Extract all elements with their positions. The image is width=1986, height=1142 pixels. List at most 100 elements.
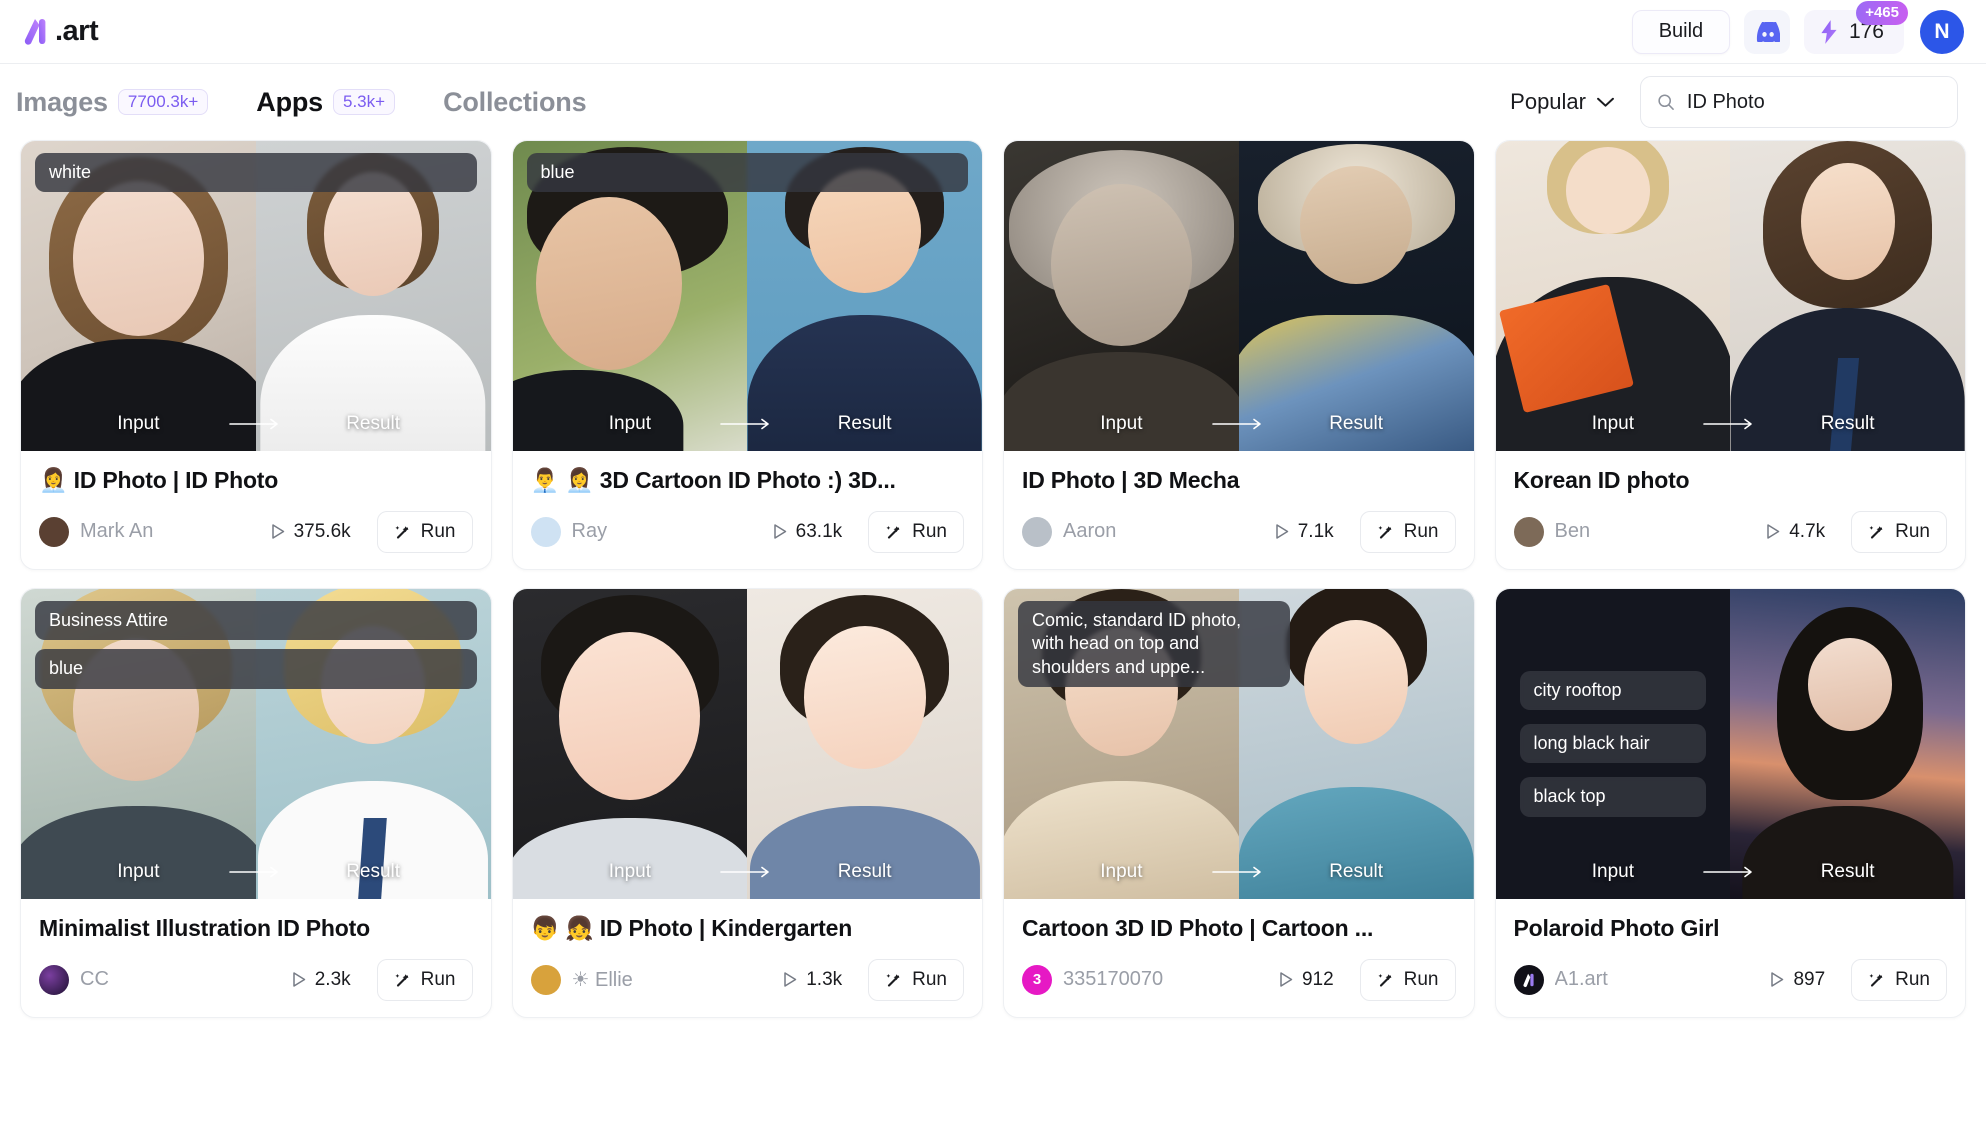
card-thumbnail[interactable]: Input Result city rooftop long black hai… bbox=[1495, 588, 1965, 899]
author-name: Mark An bbox=[80, 520, 154, 543]
card-meta-row: Ray 63.1k Run bbox=[530, 510, 964, 553]
run-button[interactable]: Run bbox=[1359, 958, 1456, 1001]
run-count: 4.7k bbox=[1765, 521, 1825, 543]
thumbnail-tag: blue bbox=[35, 649, 477, 689]
card-meta-row: 3 335170070 912 Run bbox=[1022, 958, 1456, 1001]
run-count-value: 63.1k bbox=[795, 520, 843, 542]
author-name: 335170070 bbox=[1063, 968, 1164, 990]
card-thumbnail[interactable]: Input Result blue bbox=[512, 141, 982, 451]
author-avatar[interactable] bbox=[1513, 516, 1544, 547]
magic-wand-icon bbox=[395, 973, 409, 987]
play-icon bbox=[773, 524, 786, 539]
search-box[interactable] bbox=[1640, 76, 1958, 128]
logo-text: .art bbox=[55, 15, 99, 47]
run-count: 912 bbox=[1278, 969, 1334, 991]
magic-wand-icon bbox=[1869, 973, 1883, 987]
author-name: CC bbox=[80, 968, 109, 990]
run-button[interactable]: Run bbox=[376, 510, 473, 553]
card-title: 👩‍💼 ID Photo | ID Photo bbox=[39, 467, 279, 493]
card-meta-row: CC 2.3k Run bbox=[39, 958, 473, 1001]
card-thumbnail[interactable]: Input Result bbox=[1495, 141, 1965, 451]
run-button[interactable]: Run bbox=[1851, 510, 1947, 553]
app-card[interactable]: Input Result white 👩‍💼 ID Photo | ID Pho… bbox=[20, 140, 492, 570]
tab-images[interactable]: Images 7700.3k+ bbox=[16, 87, 209, 118]
card-title: Minimalist Illustration ID Photo bbox=[39, 914, 370, 941]
credits-bonus-badge: +465 bbox=[1856, 0, 1908, 25]
thumbnail-result-image: Result bbox=[1730, 588, 1965, 899]
app-card[interactable]: Input Result Business Attire blue Minima… bbox=[20, 587, 492, 1018]
run-button-label: Run bbox=[1403, 968, 1439, 990]
run-count: 897 bbox=[1769, 969, 1825, 991]
author-avatar[interactable] bbox=[1022, 516, 1052, 547]
discord-button[interactable] bbox=[1743, 9, 1790, 54]
author-name: Aaron bbox=[1063, 520, 1117, 543]
run-button[interactable]: Run bbox=[868, 510, 964, 553]
play-icon bbox=[1771, 972, 1784, 987]
tab-apps[interactable]: Apps 5.3k+ bbox=[256, 86, 396, 118]
run-button-label: Run bbox=[1403, 520, 1439, 542]
app-card[interactable]: Input Result Comic, standard ID photo, w… bbox=[1003, 587, 1475, 1018]
author-avatar[interactable] bbox=[39, 516, 69, 547]
top-header-bar: .art Build 176 +465 N bbox=[0, 0, 1986, 64]
run-count: 2.3k bbox=[291, 969, 351, 991]
run-button[interactable]: Run bbox=[1851, 958, 1947, 1001]
thumbnail-tag-list: Business Attire blue bbox=[35, 600, 477, 689]
card-meta: Minimalist Illustration ID Photo CC 2.3k bbox=[21, 899, 491, 1017]
card-meta: Cartoon 3D ID Photo | Cartoon ... 3 3351… bbox=[1004, 899, 1474, 1017]
card-title: 👦 👧 ID Photo | Kindergarten bbox=[530, 914, 853, 941]
tab-collections-label: Collections bbox=[443, 86, 587, 117]
run-button-label: Run bbox=[912, 968, 947, 990]
author-avatar[interactable] bbox=[1513, 964, 1544, 995]
run-button-label: Run bbox=[1895, 968, 1930, 990]
tab-collections[interactable]: Collections bbox=[443, 86, 587, 118]
play-icon bbox=[1275, 524, 1288, 539]
search-icon bbox=[1658, 94, 1674, 110]
run-button-label: Run bbox=[912, 520, 947, 542]
author-avatar[interactable] bbox=[530, 516, 561, 547]
author-avatar[interactable]: 3 bbox=[1022, 964, 1052, 995]
card-thumbnail[interactable]: Input Result bbox=[512, 588, 982, 899]
card-meta-row: A1.art 897 Run bbox=[1513, 958, 1947, 1001]
author-avatar[interactable] bbox=[39, 964, 69, 995]
sort-dropdown[interactable]: Popular bbox=[1510, 89, 1614, 115]
thumbnail-tag-list: city rooftop long black hair black top bbox=[1496, 589, 1731, 899]
card-thumbnail[interactable]: Input Result Business Attire blue bbox=[21, 588, 491, 899]
run-button[interactable]: Run bbox=[376, 958, 473, 1001]
card-meta: 👨‍💼 👩‍💼 3D Cartoon ID Photo :) 3D... Ray… bbox=[513, 451, 983, 569]
app-card[interactable]: Input Result city rooftop long black hai… bbox=[1494, 587, 1966, 1018]
run-button[interactable]: Run bbox=[868, 958, 964, 1001]
filter-toolbar: Images 7700.3k+ Apps 5.3k+ Collections P… bbox=[0, 64, 1986, 140]
card-thumbnail[interactable]: Input Result white bbox=[21, 141, 491, 451]
author-name: A1.art bbox=[1554, 968, 1608, 990]
run-count: 1.3k bbox=[782, 969, 842, 991]
tab-apps-label: Apps bbox=[256, 86, 323, 117]
credits-chip[interactable]: 176 +465 bbox=[1803, 0, 1908, 54]
author-avatar[interactable] bbox=[530, 964, 561, 995]
thumbnail-input-image: Input bbox=[1495, 141, 1731, 451]
build-button[interactable]: Build bbox=[1631, 9, 1730, 54]
magic-wand-icon bbox=[886, 973, 900, 987]
thumbnail-input-image: Input bbox=[1004, 141, 1239, 451]
card-thumbnail[interactable]: Input Result bbox=[1004, 141, 1474, 451]
app-card[interactable]: Input Result blue 👨‍💼 👩‍💼 3D Cartoon ID … bbox=[511, 140, 983, 570]
thumbnail-result-image: Result bbox=[747, 588, 982, 899]
magic-wand-icon bbox=[886, 525, 900, 539]
app-logo[interactable]: .art bbox=[20, 15, 99, 49]
card-meta-row: ☀ Ellie 1.3k Run bbox=[530, 958, 964, 1001]
run-count: 375.6k bbox=[270, 521, 351, 543]
card-title: Cartoon 3D ID Photo | Cartoon ... bbox=[1022, 914, 1374, 941]
run-button[interactable]: Run bbox=[1359, 510, 1456, 553]
sort-dropdown-label: Popular bbox=[1510, 89, 1586, 114]
card-meta: ID Photo | 3D Mecha Aaron 7.1k Run bbox=[1004, 451, 1474, 569]
run-button-label: Run bbox=[1895, 520, 1930, 542]
card-title: ID Photo | 3D Mecha bbox=[1022, 467, 1240, 493]
search-input[interactable] bbox=[1686, 90, 1941, 114]
app-card[interactable]: Input Result Korean ID photo Ben 4.7k Ru… bbox=[1494, 140, 1966, 570]
run-count-value: 4.7k bbox=[1789, 520, 1826, 542]
card-thumbnail[interactable]: Input Result Comic, standard ID photo, w… bbox=[1004, 588, 1474, 899]
app-card[interactable]: Input Result 👦 👧 ID Photo | Kindergarten… bbox=[511, 587, 983, 1018]
app-card[interactable]: Input Result ID Photo | 3D Mecha Aaron 7… bbox=[1003, 140, 1475, 570]
thumbnail-tag: black top bbox=[1519, 777, 1707, 817]
user-avatar[interactable]: N bbox=[1920, 9, 1964, 54]
a1-logo-icon bbox=[1522, 973, 1534, 987]
